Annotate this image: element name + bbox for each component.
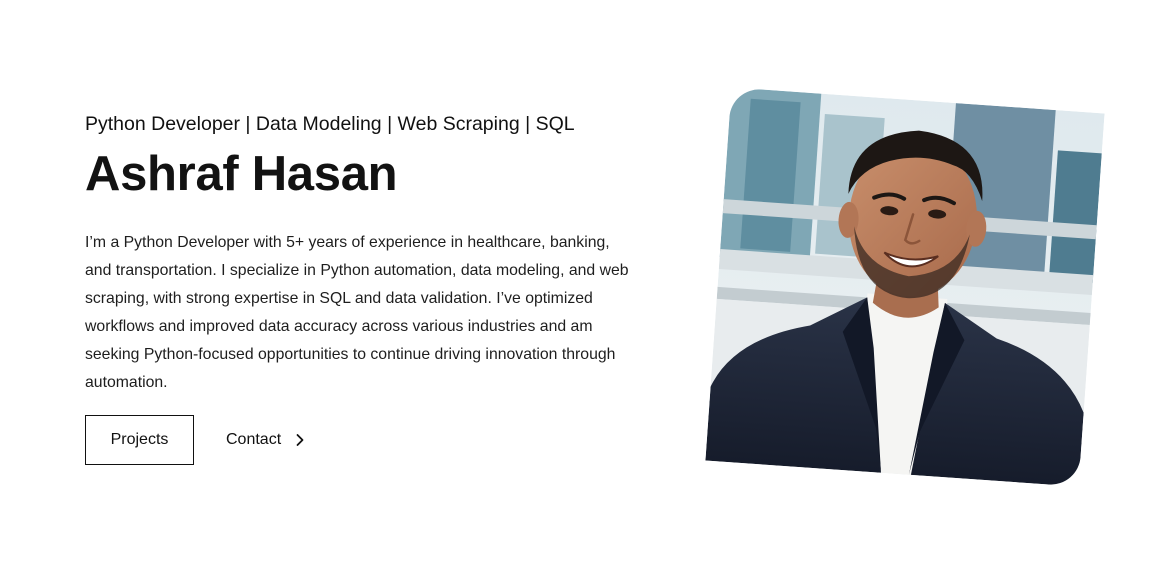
contact-button-label: Contact (226, 431, 282, 448)
hero-text: Python Developer | Data Modeling | Web S… (85, 110, 645, 397)
contact-button[interactable]: Contact (226, 431, 307, 449)
hero-tagline: Python Developer | Data Modeling | Web S… (85, 113, 575, 135)
profile-photo (705, 87, 1105, 487)
projects-button-label: Projects (110, 431, 169, 448)
hero-actions: Projects Contact (85, 415, 307, 465)
projects-button[interactable]: Projects (85, 415, 194, 465)
hero-name: Ashraf Hasan (85, 147, 398, 201)
chevron-right-icon (293, 433, 307, 447)
hero-bio: I’m a Python Developer with 5+ years of … (85, 234, 629, 391)
hero-section: Python Developer | Data Modeling | Web S… (0, 0, 1167, 582)
portrait-photo (705, 87, 1105, 487)
